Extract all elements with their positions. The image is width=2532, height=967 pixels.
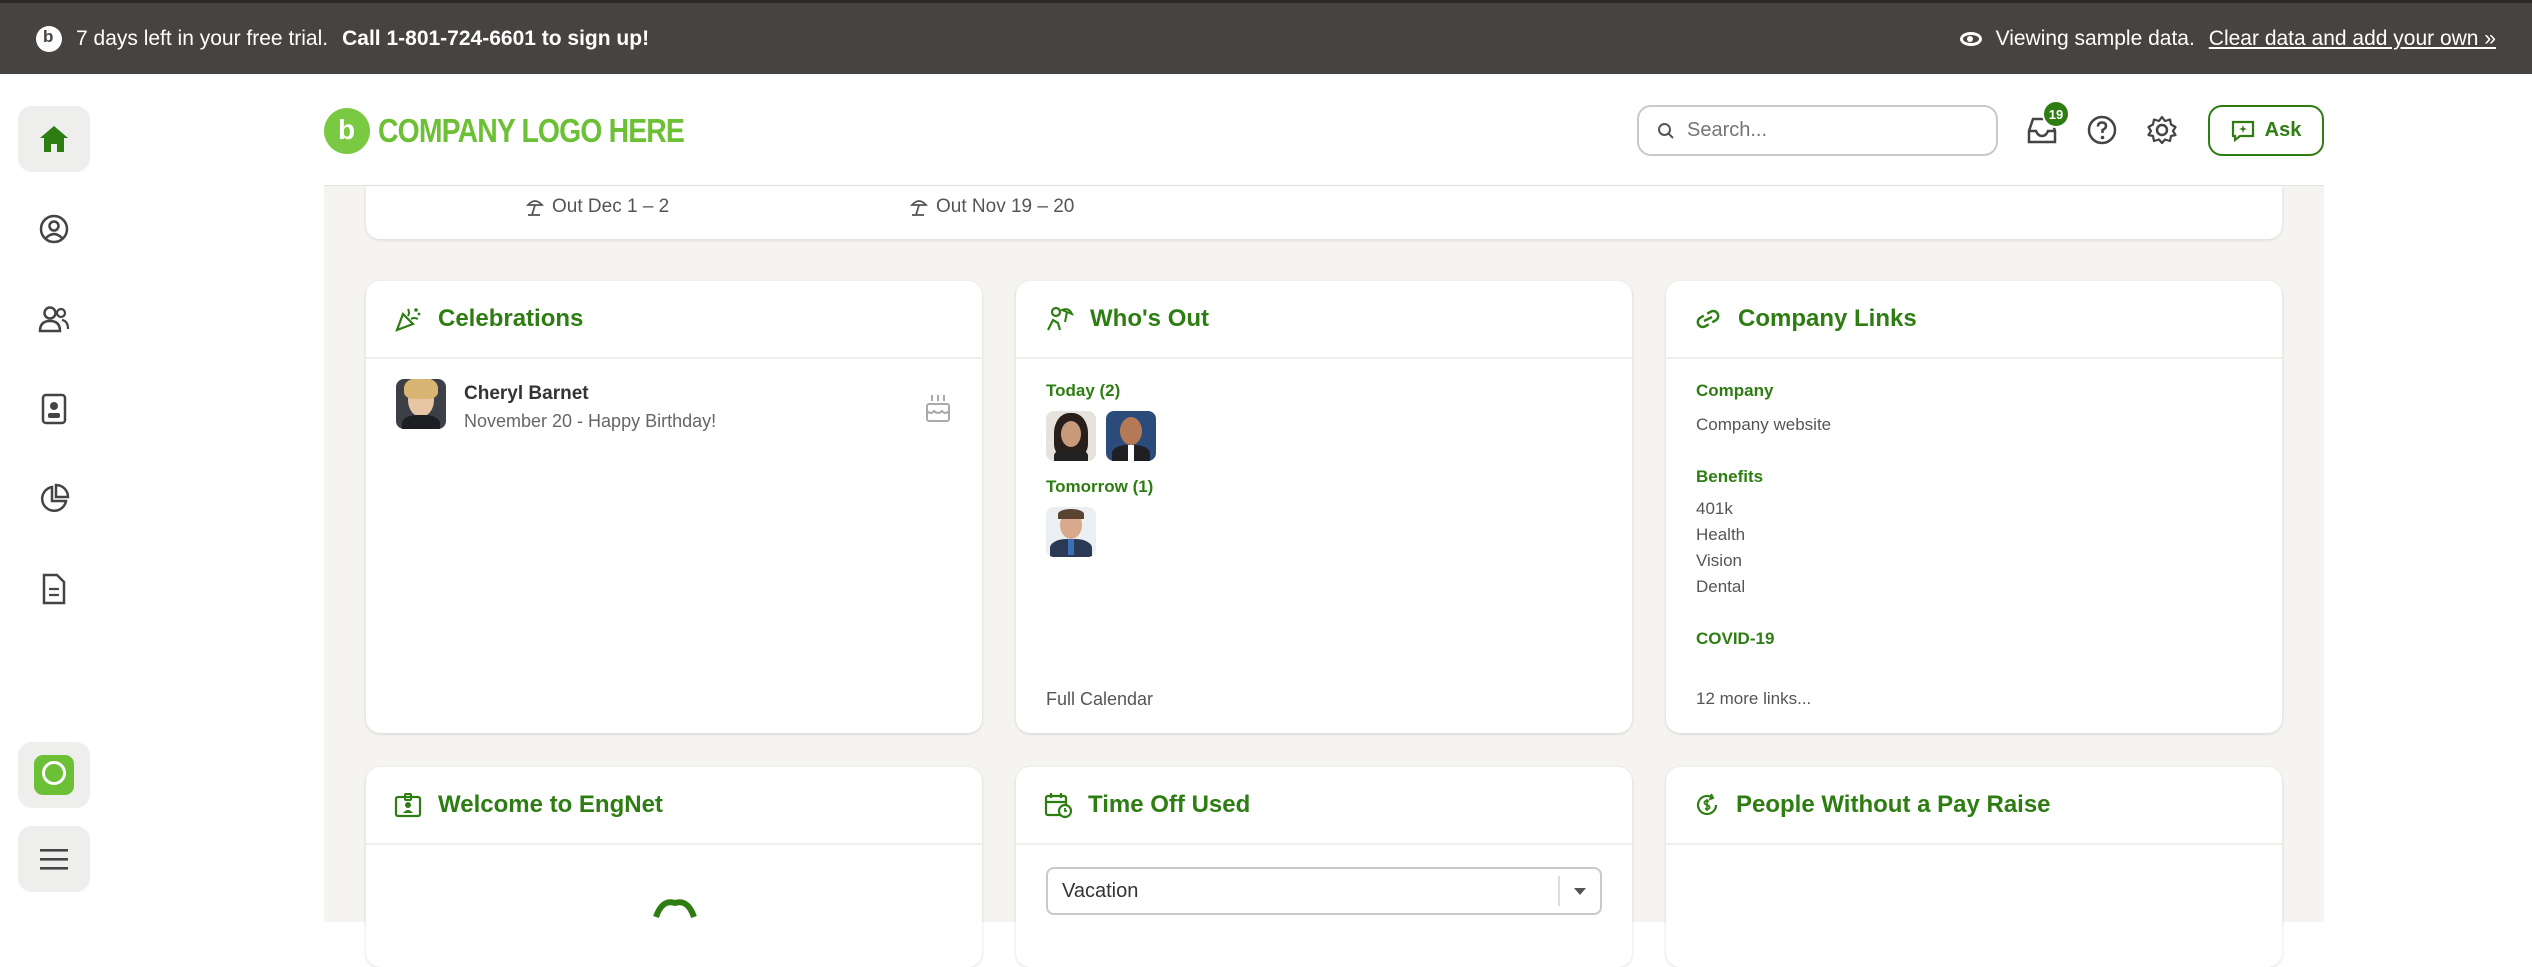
chat-sparkle-icon — [2231, 120, 2254, 142]
nav-home[interactable] — [18, 106, 90, 172]
search-box[interactable] — [1637, 105, 1998, 156]
nav-bamboo-app[interactable] — [18, 742, 90, 808]
chevron-down-icon — [1558, 876, 1600, 906]
avatar — [396, 379, 446, 429]
avatar[interactable] — [1046, 507, 1096, 557]
tomorrow-label: Tomorrow (1) — [1046, 477, 1154, 496]
nav-people[interactable] — [18, 286, 90, 352]
link-dental[interactable]: Dental — [1696, 577, 2252, 597]
document-icon — [42, 573, 66, 605]
hamburger-menu-icon — [40, 849, 68, 870]
previous-card-bottom: Out Dec 1 – 2 Out Nov 19 – 20 — [366, 186, 2282, 239]
ask-label: Ask — [2264, 119, 2302, 141]
welcome-card: Welcome to EngNet — [366, 767, 982, 967]
clear-data-link[interactable]: Clear data and add your own » — [2209, 27, 2496, 51]
celebrations-card: Celebrations Cheryl Barnet November 20 -… — [366, 281, 982, 733]
ask-button[interactable]: Ask — [2208, 105, 2324, 156]
calendar-clock-icon — [1044, 793, 1072, 819]
link-vision[interactable]: Vision — [1696, 551, 2252, 571]
bamboo-app-icon — [34, 755, 74, 795]
full-calendar-link[interactable]: Full Calendar — [1046, 689, 1153, 710]
out-item-1-text: Out Dec 1 – 2 — [552, 196, 670, 217]
pie-chart-icon — [40, 483, 70, 513]
celebration-name: Cheryl Barnet — [464, 383, 589, 404]
link-icon — [1696, 309, 1720, 329]
bamboo-logo-icon — [36, 25, 62, 52]
id-card-icon — [394, 793, 422, 818]
party-popper-icon — [395, 308, 421, 332]
money-cycle-icon — [1696, 793, 1718, 816]
app-header: COMPANY LOGO HERE 19 Ask — [324, 74, 2324, 186]
trial-banner: 7 days left in your free trial. Call 1-8… — [0, 0, 2532, 74]
link-group-benefits: Benefits — [1696, 467, 1764, 486]
search-icon — [1658, 122, 1674, 139]
id-badge-icon — [41, 393, 67, 425]
beach-umbrella-icon — [910, 200, 928, 216]
help-icon — [2087, 115, 2117, 145]
trial-cta[interactable]: Call 1-801-724-6601 to sign up! — [342, 27, 649, 51]
more-links-link[interactable]: 12 more links... — [1696, 689, 1811, 709]
birthday-cake-icon — [926, 395, 950, 422]
avatar[interactable] — [1106, 411, 1156, 461]
out-item-2: Out Nov 19 – 20 — [910, 196, 1074, 218]
out-item-1: Out Dec 1 – 2 — [526, 196, 669, 218]
trial-text: 7 days left in your free trial. — [76, 26, 329, 50]
welcome-title: Welcome to EngNet — [438, 791, 663, 818]
company-links-title: Company Links — [1738, 305, 1917, 332]
link-health[interactable]: Health — [1696, 525, 2252, 545]
settings-button[interactable] — [2142, 110, 2182, 150]
celebrations-title: Celebrations — [438, 305, 584, 332]
pay-raise-title: People Without a Pay Raise — [1736, 791, 2051, 818]
link-group-company: Company — [1696, 381, 1774, 400]
celebration-detail: November 20 - Happy Birthday! — [464, 411, 717, 431]
gear-icon — [2147, 115, 2177, 145]
out-item-2-text: Out Nov 19 – 20 — [936, 196, 1075, 217]
viewing-sample-text: Viewing sample data. — [1995, 26, 2195, 50]
user-circle-icon — [39, 214, 69, 244]
welcome-illustration-icon — [653, 899, 697, 919]
company-logo[interactable]: COMPANY LOGO HERE — [324, 108, 734, 154]
link-group-covid: COVID-19 — [1696, 629, 1775, 648]
celebration-item[interactable]: Cheryl Barnet November 20 - Happy Birthd… — [366, 359, 982, 479]
time-off-used-title: Time Off Used — [1088, 791, 1251, 818]
company-links-card: Company Links Company Company website Be… — [1666, 281, 2282, 733]
search-input[interactable] — [1687, 119, 1967, 142]
nav-my-info[interactable] — [18, 196, 90, 262]
inbox-count-badge: 19 — [2042, 100, 2070, 128]
nav-menu[interactable] — [18, 826, 90, 892]
pay-raise-card: People Without a Pay Raise — [1666, 767, 2282, 967]
people-icon — [38, 306, 70, 333]
nav-reports[interactable] — [18, 466, 90, 532]
eye-icon — [1959, 31, 1982, 46]
link-401k[interactable]: 401k — [1696, 499, 2252, 519]
time-off-type-value: Vacation — [1062, 879, 1139, 902]
person-away-icon — [1047, 306, 1074, 331]
leaf-logo-icon — [324, 108, 370, 154]
inbox-button[interactable]: 19 — [2022, 100, 2070, 150]
left-nav-rail — [0, 74, 106, 922]
today-label: Today (2) — [1046, 381, 1121, 400]
help-button[interactable] — [2082, 110, 2122, 150]
home-icon — [40, 126, 68, 152]
beach-umbrella-icon — [526, 200, 544, 216]
whos-out-card: Who's Out Today (2) Tomorrow (1) Full Ca… — [1016, 281, 1632, 733]
link-company-website[interactable]: Company website — [1696, 415, 2252, 435]
logo-text: COMPANY LOGO HERE — [378, 112, 685, 149]
whos-out-title: Who's Out — [1090, 305, 1210, 332]
nav-files[interactable] — [18, 556, 90, 622]
avatar[interactable] — [1046, 411, 1096, 461]
time-off-used-card: Time Off Used Vacation — [1016, 767, 1632, 967]
time-off-type-select[interactable]: Vacation — [1046, 867, 1602, 915]
nav-hiring[interactable] — [18, 376, 90, 442]
